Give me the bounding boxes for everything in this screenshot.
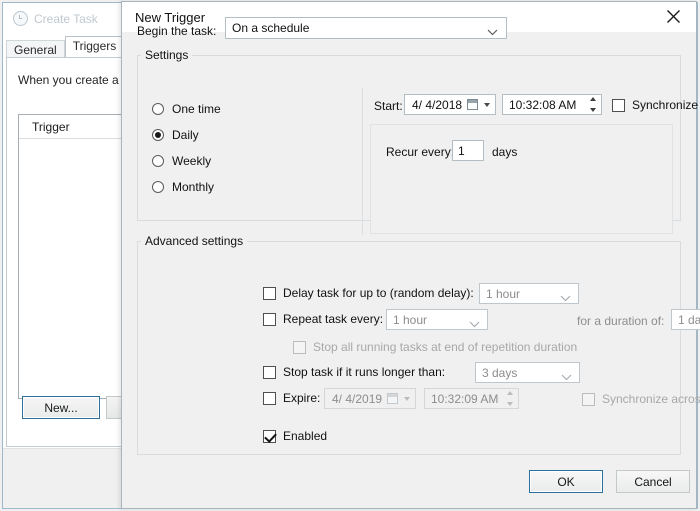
duration-label: for a duration of:: [577, 314, 665, 328]
radio-monthly-label: Monthly: [172, 180, 215, 194]
triggers-column-header: Trigger: [32, 120, 70, 134]
radio-one-time-indicator: [152, 103, 164, 115]
delay-duration-value: 1 hour: [486, 287, 521, 301]
tab-triggers[interactable]: Triggers: [64, 36, 125, 58]
radio-weekly[interactable]: Weekly: [152, 154, 211, 168]
radio-daily[interactable]: Daily: [152, 128, 199, 142]
expire-time-value: 10:32:09 AM: [431, 392, 499, 406]
start-time-picker[interactable]: 10:32:08 AM: [502, 94, 602, 115]
expire-checkbox[interactable]: Expire:: [263, 391, 320, 405]
dialog-title: New Trigger: [135, 10, 206, 25]
stop-task-longer-label: Stop task if it runs longer than:: [283, 365, 446, 379]
tab-triggers-label: Triggers: [72, 39, 117, 53]
expire-sync-timezones-checkbox: Synchronize across time zones: [582, 392, 700, 406]
settings-vertical-divider: [362, 88, 363, 235]
repeat-interval-value: 1 hour: [393, 313, 428, 327]
new-trigger-button[interactable]: New...: [22, 396, 100, 419]
spinner-up-icon: [506, 391, 513, 395]
radio-daily-indicator: [152, 129, 164, 141]
spinner-down-icon: [589, 108, 596, 112]
duration-value: 1 day: [678, 313, 700, 327]
stop-task-longer-box: [263, 365, 276, 379]
create-task-tabstrip[interactable]: General Triggers: [6, 36, 125, 60]
start-time-value: 10:32:08 AM: [509, 98, 577, 112]
cancel-button-label: Cancel: [634, 474, 672, 489]
new-trigger-dialog: New Trigger Begin the task: On a schedul…: [121, 1, 700, 509]
expire-date-value: 4/ 4/2019: [332, 392, 383, 406]
chevron-down-icon: [404, 397, 410, 401]
time-spinner[interactable]: [586, 97, 599, 112]
chevron-down-icon: [560, 291, 571, 305]
calendar-icon: [467, 99, 478, 110]
recur-every-label: Recur every:: [386, 145, 455, 159]
stop-all-running-box: [293, 340, 306, 354]
calendar-icon: [387, 393, 398, 404]
triggers-description: When you create a: [18, 73, 119, 87]
begin-task-label: Begin the task:: [137, 24, 217, 38]
radio-monthly[interactable]: Monthly: [152, 180, 214, 194]
recur-every-input[interactable]: 1: [452, 140, 484, 161]
start-date-value: 4/ 4/2018: [412, 98, 463, 112]
recur-panel: [370, 124, 673, 234]
radio-weekly-label: Weekly: [172, 154, 212, 168]
radio-weekly-indicator: [152, 155, 164, 167]
begin-task-select[interactable]: On a schedule: [225, 17, 507, 39]
expire-date-picker[interactable]: 4/ 4/2019: [324, 388, 416, 409]
expire-sync-timezones-label: Synchronize across time zones: [602, 392, 700, 406]
stop-all-running-label: Stop all running tasks at end of repetit…: [313, 340, 578, 354]
enabled-box: [263, 429, 276, 443]
chevron-down-icon: [561, 370, 572, 384]
delay-task-box: [263, 286, 276, 300]
radio-one-time[interactable]: One time: [152, 102, 221, 116]
clock-icon: [13, 11, 28, 26]
repeat-interval-select[interactable]: 1 hour: [386, 309, 488, 330]
enabled-checkbox[interactable]: Enabled: [263, 429, 327, 443]
ok-button[interactable]: OK: [529, 470, 603, 493]
repeat-task-checkbox[interactable]: Repeat task every:: [263, 312, 383, 326]
sync-timezones-label: Synchronize across time zones: [632, 98, 700, 112]
ok-button-label: OK: [557, 474, 575, 489]
cancel-button[interactable]: Cancel: [616, 470, 690, 493]
enabled-label: Enabled: [283, 429, 328, 443]
repeat-task-label: Repeat task every:: [283, 312, 384, 326]
expire-sync-timezones-box: [582, 392, 595, 406]
new-trigger-button-label: New...: [44, 400, 78, 415]
advanced-settings-legend: Advanced settings: [141, 234, 248, 248]
recur-every-unit: days: [492, 145, 518, 159]
create-task-title-row: Create Task: [13, 11, 98, 26]
start-date-picker[interactable]: 4/ 4/2018: [404, 94, 496, 115]
expire-label: Expire:: [283, 391, 321, 405]
recur-every-value: 1: [458, 144, 465, 158]
chevron-down-icon: [487, 25, 498, 39]
sync-timezones-checkbox[interactable]: Synchronize across time zones: [612, 98, 700, 112]
create-task-title: Create Task: [34, 11, 98, 26]
settings-legend: Settings: [141, 48, 193, 62]
radio-monthly-indicator: [152, 181, 164, 193]
stop-all-running-checkbox: Stop all running tasks at end of repetit…: [293, 340, 577, 354]
repeat-task-box: [263, 312, 276, 326]
close-icon[interactable]: [651, 2, 696, 31]
tab-general-label: General: [14, 43, 57, 57]
spinner-up-icon: [589, 97, 596, 101]
radio-one-time-label: One time: [172, 102, 221, 116]
sync-timezones-box: [612, 98, 625, 112]
duration-select[interactable]: 1 day: [671, 309, 700, 330]
chevron-down-icon: [484, 103, 490, 107]
delay-duration-select[interactable]: 1 hour: [479, 283, 579, 304]
stop-task-longer-value: 3 days: [482, 366, 518, 380]
radio-daily-label: Daily: [172, 128, 199, 142]
stop-task-longer-select[interactable]: 3 days: [475, 362, 580, 383]
expire-time-picker[interactable]: 10:32:09 AM: [424, 388, 519, 409]
delay-task-checkbox[interactable]: Delay task for up to (random delay):: [263, 286, 474, 300]
spinner-down-icon: [506, 402, 513, 406]
begin-task-value: On a schedule: [232, 21, 310, 35]
delay-task-label: Delay task for up to (random delay):: [283, 286, 474, 300]
stop-task-longer-checkbox[interactable]: Stop task if it runs longer than:: [263, 365, 445, 379]
chevron-down-icon: [469, 317, 480, 331]
expire-box: [263, 391, 276, 405]
expire-time-spinner[interactable]: [503, 391, 516, 406]
start-label: Start:: [374, 99, 403, 113]
